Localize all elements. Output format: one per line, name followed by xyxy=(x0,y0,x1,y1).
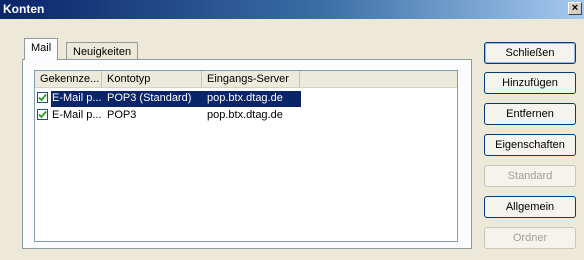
set-default-button[interactable]: Standard xyxy=(484,165,576,187)
accounts-dialog: Konten × Mail Neuigkeiten Gekennze... Ko… xyxy=(0,0,584,260)
folder-button-label: Ordner xyxy=(512,232,548,244)
set-default-button-label: Standard xyxy=(507,170,553,182)
list-header: Gekennze... Kontotyp Eingangs-Server xyxy=(35,71,457,88)
account-server: pop.btx.dtag.de xyxy=(207,92,283,104)
checkmark-icon xyxy=(38,93,47,102)
account-enabled-checkbox[interactable] xyxy=(37,92,48,103)
list-item[interactable]: E-Mail p... POP3 (Standard) pop.btx.dtag… xyxy=(35,91,457,107)
tab-mail[interactable]: Mail xyxy=(24,38,59,60)
column-header-name[interactable]: Gekennze... xyxy=(35,71,102,88)
properties-button[interactable]: Eigenschaften xyxy=(484,134,576,156)
column-header-type[interactable]: Kontotyp xyxy=(102,71,202,88)
account-name: E-Mail p... xyxy=(52,92,102,104)
tab-news-label: Neuigkeiten xyxy=(73,46,132,58)
list-item[interactable]: E-Mail p... POP3 pop.btx.dtag.de xyxy=(35,108,457,124)
remove-button-label: Entfernen xyxy=(506,108,554,120)
tab-mail-label: Mail xyxy=(31,42,52,54)
close-dialog-button[interactable]: Schließen xyxy=(484,42,576,64)
account-name: E-Mail p... xyxy=(52,109,102,121)
column-header-server-label: Eingangs-Server xyxy=(207,73,289,85)
column-header-name-label: Gekennze... xyxy=(40,73,100,85)
close-dialog-button-label: Schließen xyxy=(505,47,555,59)
title-bar: Konten × xyxy=(0,0,584,19)
close-button[interactable]: × xyxy=(568,2,582,15)
account-type: POP3 (Standard) xyxy=(107,92,192,104)
close-icon: × xyxy=(571,2,579,14)
column-header-filler xyxy=(300,71,457,88)
folder-button[interactable]: Ordner xyxy=(484,227,576,249)
account-server: pop.btx.dtag.de xyxy=(207,109,283,121)
general-button-label: Allgemein xyxy=(505,201,555,213)
accounts-list[interactable]: Gekennze... Kontotyp Eingangs-Server E-M… xyxy=(34,70,458,242)
column-header-type-label: Kontotyp xyxy=(107,73,151,85)
window-title: Konten xyxy=(3,2,45,16)
add-button-label: Hinzufügen xyxy=(502,77,558,89)
remove-button[interactable]: Entfernen xyxy=(484,103,576,125)
add-button[interactable]: Hinzufügen xyxy=(484,72,576,94)
general-button[interactable]: Allgemein xyxy=(484,196,576,218)
account-type: POP3 xyxy=(107,109,137,121)
account-enabled-checkbox[interactable] xyxy=(37,109,48,120)
properties-button-label: Eigenschaften xyxy=(495,139,565,151)
column-header-server[interactable]: Eingangs-Server xyxy=(202,71,300,88)
checkmark-icon xyxy=(38,110,47,119)
